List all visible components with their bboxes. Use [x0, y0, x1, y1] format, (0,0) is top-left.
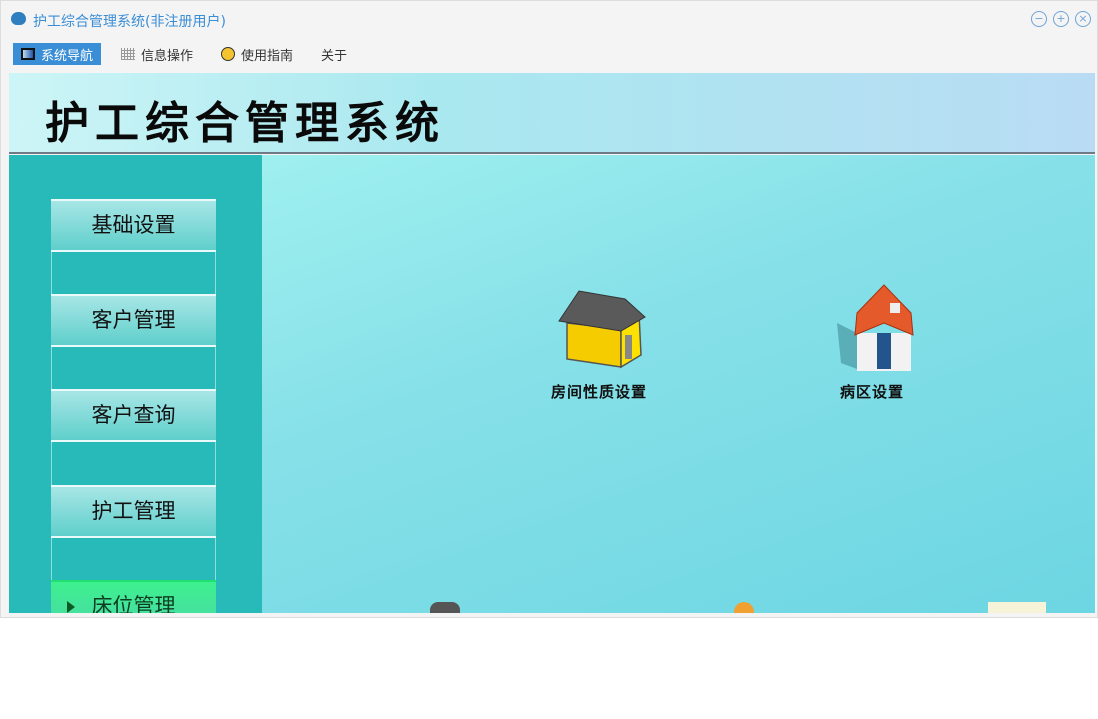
maximize-icon[interactable]: +: [1053, 11, 1069, 27]
flame-icon[interactable]: [734, 602, 754, 613]
menu-info-ops[interactable]: 信息操作: [113, 43, 201, 65]
grid-icon: [121, 48, 136, 60]
yellow-house-icon: [558, 290, 646, 369]
help-icon: [221, 47, 236, 61]
nav-label: 床位管理: [91, 594, 176, 613]
nav-customer-query[interactable]: 客户查询: [51, 389, 216, 442]
menu-bar: 系统导航 信息操作 使用指南 关于: [13, 43, 367, 65]
app-window: 护工综合管理系统(非注册用户) − + × 系统导航 信息操作 使用指南 关于 …: [0, 0, 1098, 618]
menu-label: 系统导航: [41, 48, 94, 64]
title-bar: 护工综合管理系统(非注册用户) − + ×: [1, 1, 1097, 39]
menu-label: 关于: [321, 48, 348, 64]
banner-title: 护工综合管理系统: [45, 98, 445, 149]
nav-bed-management[interactable]: 床位管理: [51, 580, 216, 613]
arrow-right-icon: [67, 601, 75, 613]
app-logo-icon: [11, 12, 26, 25]
main-panel: 房间性质设置 病区设置: [262, 155, 1095, 613]
tile-ward-settings[interactable]: 病区设置: [822, 283, 922, 402]
folder-icon[interactable]: [988, 602, 1046, 613]
menu-guide[interactable]: 使用指南: [213, 43, 301, 65]
nav-basic-settings[interactable]: 基础设置: [51, 199, 216, 252]
tile-label: 病区设置: [839, 383, 904, 401]
banner: 护工综合管理系统: [9, 73, 1095, 154]
menu-about[interactable]: 关于: [313, 43, 355, 65]
minimize-icon[interactable]: −: [1031, 11, 1047, 27]
nav-customer-management[interactable]: 客户管理: [51, 294, 216, 347]
window-title: 护工综合管理系统(非注册用户): [33, 14, 226, 30]
tool-icon[interactable]: [430, 602, 460, 613]
monitor-icon: [21, 48, 35, 60]
tile-label: 房间性质设置: [550, 383, 647, 401]
tile-room-type-settings[interactable]: 房间性质设置: [534, 283, 664, 402]
nav-caregiver-management[interactable]: 护工管理: [51, 485, 216, 538]
close-icon[interactable]: ×: [1075, 11, 1091, 27]
menu-system-nav[interactable]: 系统导航: [13, 43, 102, 65]
menu-label: 使用指南: [241, 48, 294, 64]
menu-label: 信息操作: [141, 48, 194, 64]
red-house-icon: [837, 284, 914, 371]
content-area: 护工综合管理系统 基础设置 客户管理 客户查询 护工管理 床位管理 房间性质设置: [9, 73, 1095, 613]
sidebar: 基础设置 客户管理 客户查询 护工管理 床位管理: [9, 155, 262, 613]
